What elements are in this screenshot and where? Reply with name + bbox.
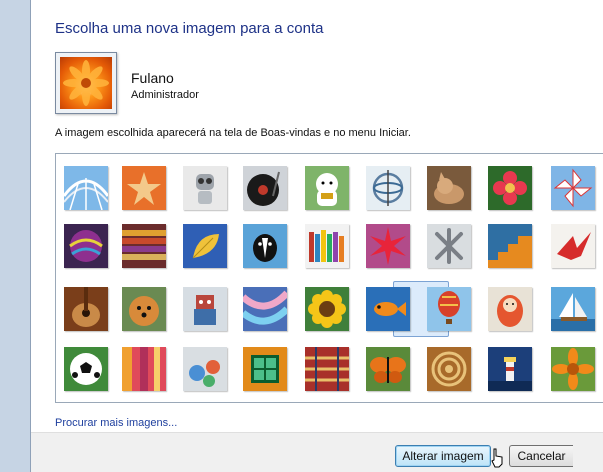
picture-tile-sunflower[interactable] (305, 287, 349, 331)
dialog-title: Escolha uma nova imagem para a conta (55, 20, 324, 37)
cancel-button[interactable]: Cancelar (509, 445, 573, 467)
picture-tile-turntable[interactable] (243, 166, 287, 210)
picture-tile-orange-flower[interactable] (551, 347, 595, 391)
picture-tile-fabric-stack[interactable] (122, 224, 166, 268)
picture-tile-soccer-ball[interactable] (64, 347, 108, 391)
picture-tile-guitar[interactable] (64, 287, 108, 331)
picture-tile-leaf[interactable] (183, 224, 227, 268)
change-picture-button[interactable]: Alterar imagem (395, 445, 491, 467)
picture-tile-crayons[interactable] (305, 224, 349, 268)
picture-tile-butterfly[interactable] (366, 347, 410, 391)
picture-tile-fabric[interactable] (122, 347, 166, 391)
picture-tile-dog[interactable] (243, 224, 287, 268)
account-name: Fulano (131, 70, 174, 86)
picture-tile-kitten[interactable] (427, 166, 471, 210)
picture-tile-toy-robot[interactable] (183, 287, 227, 331)
picture-tile-gyroscope[interactable] (366, 166, 410, 210)
picture-tile-paper-crane[interactable] (551, 224, 595, 268)
picture-tile-fish[interactable] (366, 287, 410, 331)
picture-tile-doll[interactable] (488, 287, 532, 331)
picture-tile-ball[interactable] (64, 224, 108, 268)
picture-tile-rug[interactable] (305, 347, 349, 391)
picture-tile-robot-toy[interactable] (183, 166, 227, 210)
picture-gallery (55, 153, 603, 403)
picture-tile-stairs[interactable] (488, 224, 532, 268)
account-role: Administrador (131, 89, 199, 101)
picture-tile-lighthouse[interactable] (488, 347, 532, 391)
picture-tile-shell[interactable] (427, 347, 471, 391)
current-account-picture (55, 52, 117, 114)
info-text: A imagem escolhida aparecerá na tela de … (55, 127, 411, 139)
picture-tile-lucky-cat[interactable] (305, 166, 349, 210)
picture-tile-pinwheel[interactable] (551, 166, 595, 210)
picture-tile-pomeranian[interactable] (122, 287, 166, 331)
picture-tile-scarves[interactable] (243, 287, 287, 331)
picture-tile-jacks[interactable] (427, 224, 471, 268)
mouse-cursor-icon (491, 448, 503, 468)
picture-tile-sailboat[interactable] (551, 287, 595, 331)
picture-tile-roller-coaster[interactable] (64, 166, 108, 210)
picture-tile-hot-air-balloon[interactable] (427, 287, 471, 331)
picture-tile-window[interactable] (243, 347, 287, 391)
picture-tile-starfish[interactable] (122, 166, 166, 210)
picture-tile-marbles[interactable] (183, 347, 227, 391)
picture-tile-flower[interactable] (488, 166, 532, 210)
browse-more-pictures-link[interactable]: Procurar mais imagens... (55, 417, 177, 429)
picture-tile-red-star[interactable] (366, 224, 410, 268)
dialog-window: Escolha uma nova imagem para a conta Ful… (30, 0, 603, 472)
